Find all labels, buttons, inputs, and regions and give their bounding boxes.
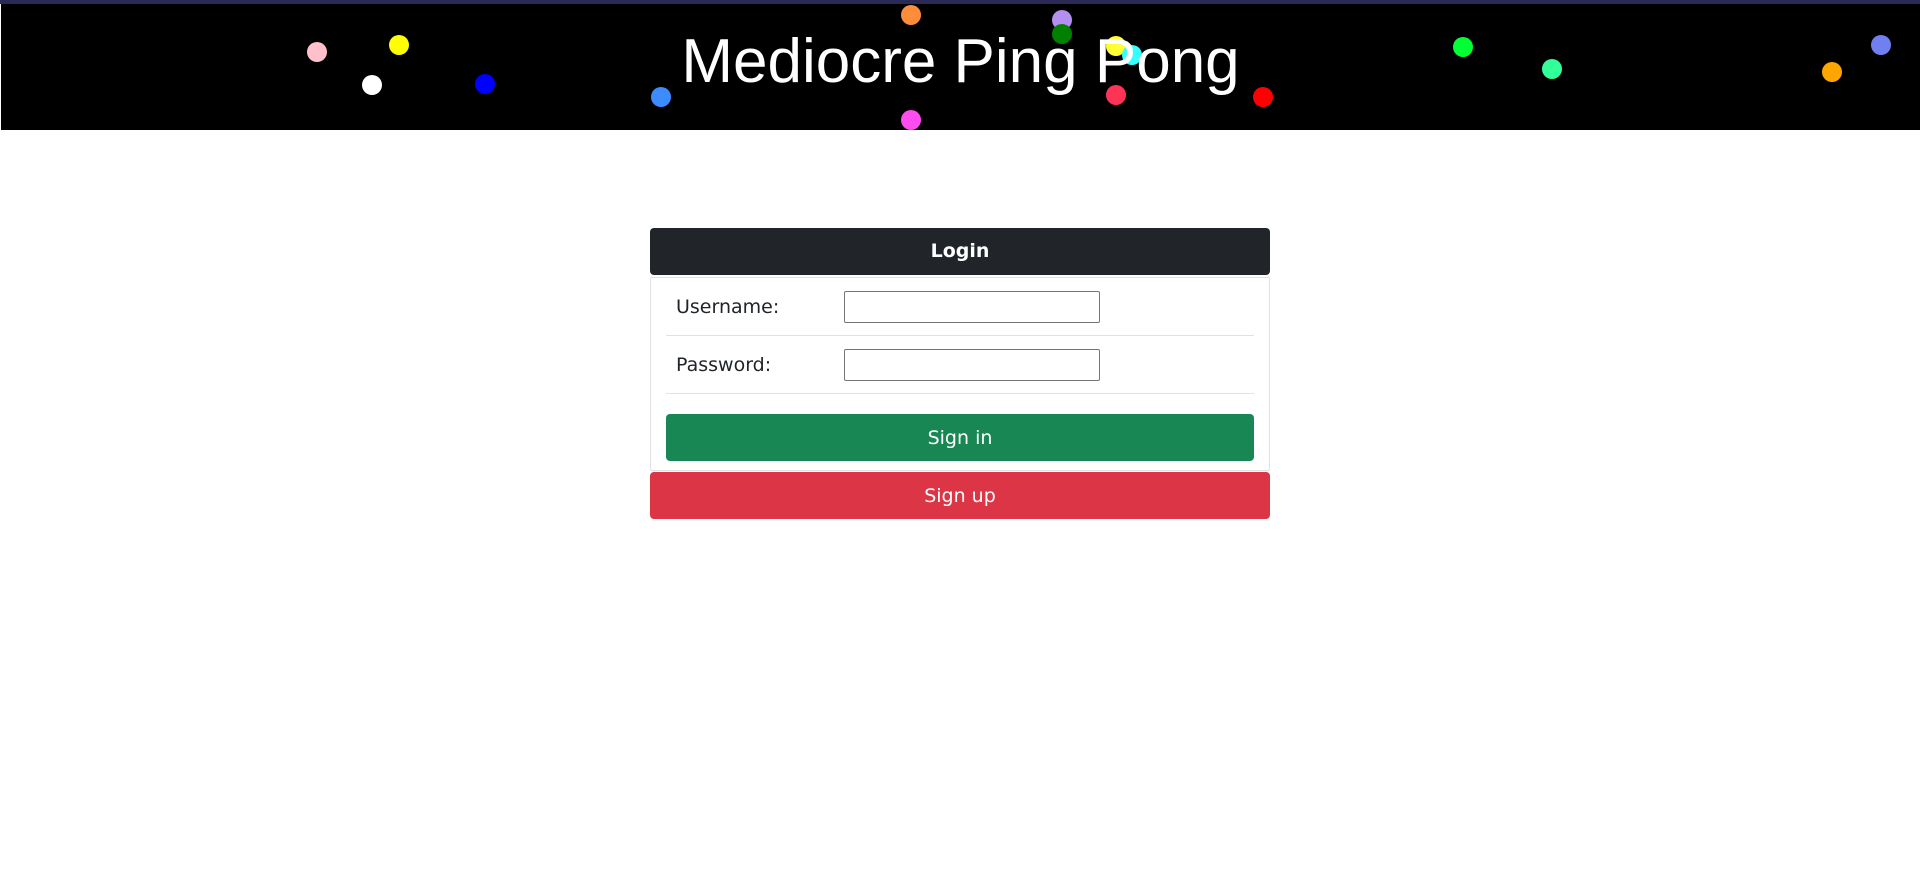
password-input[interactable] [844,348,1100,381]
password-row: Password: [666,336,1254,394]
login-header: Login [650,228,1270,275]
sign-in-button[interactable]: Sign in [666,414,1254,461]
title-banner: Mediocre Ping Pong [1,4,1920,130]
sign-up-button[interactable]: Sign up [650,472,1270,519]
site-title: Mediocre Ping Pong [681,27,1240,96]
ball-magenta [901,110,921,130]
login-form: Username: Password: Sign in [650,277,1270,471]
username-label: Username: [676,295,780,318]
username-input[interactable] [844,290,1100,323]
username-row: Username: [666,278,1254,336]
password-label: Password: [676,353,772,376]
ball-orange [901,5,921,25]
login-card: Login Username: Password: Sign in Sign u… [650,228,1270,519]
